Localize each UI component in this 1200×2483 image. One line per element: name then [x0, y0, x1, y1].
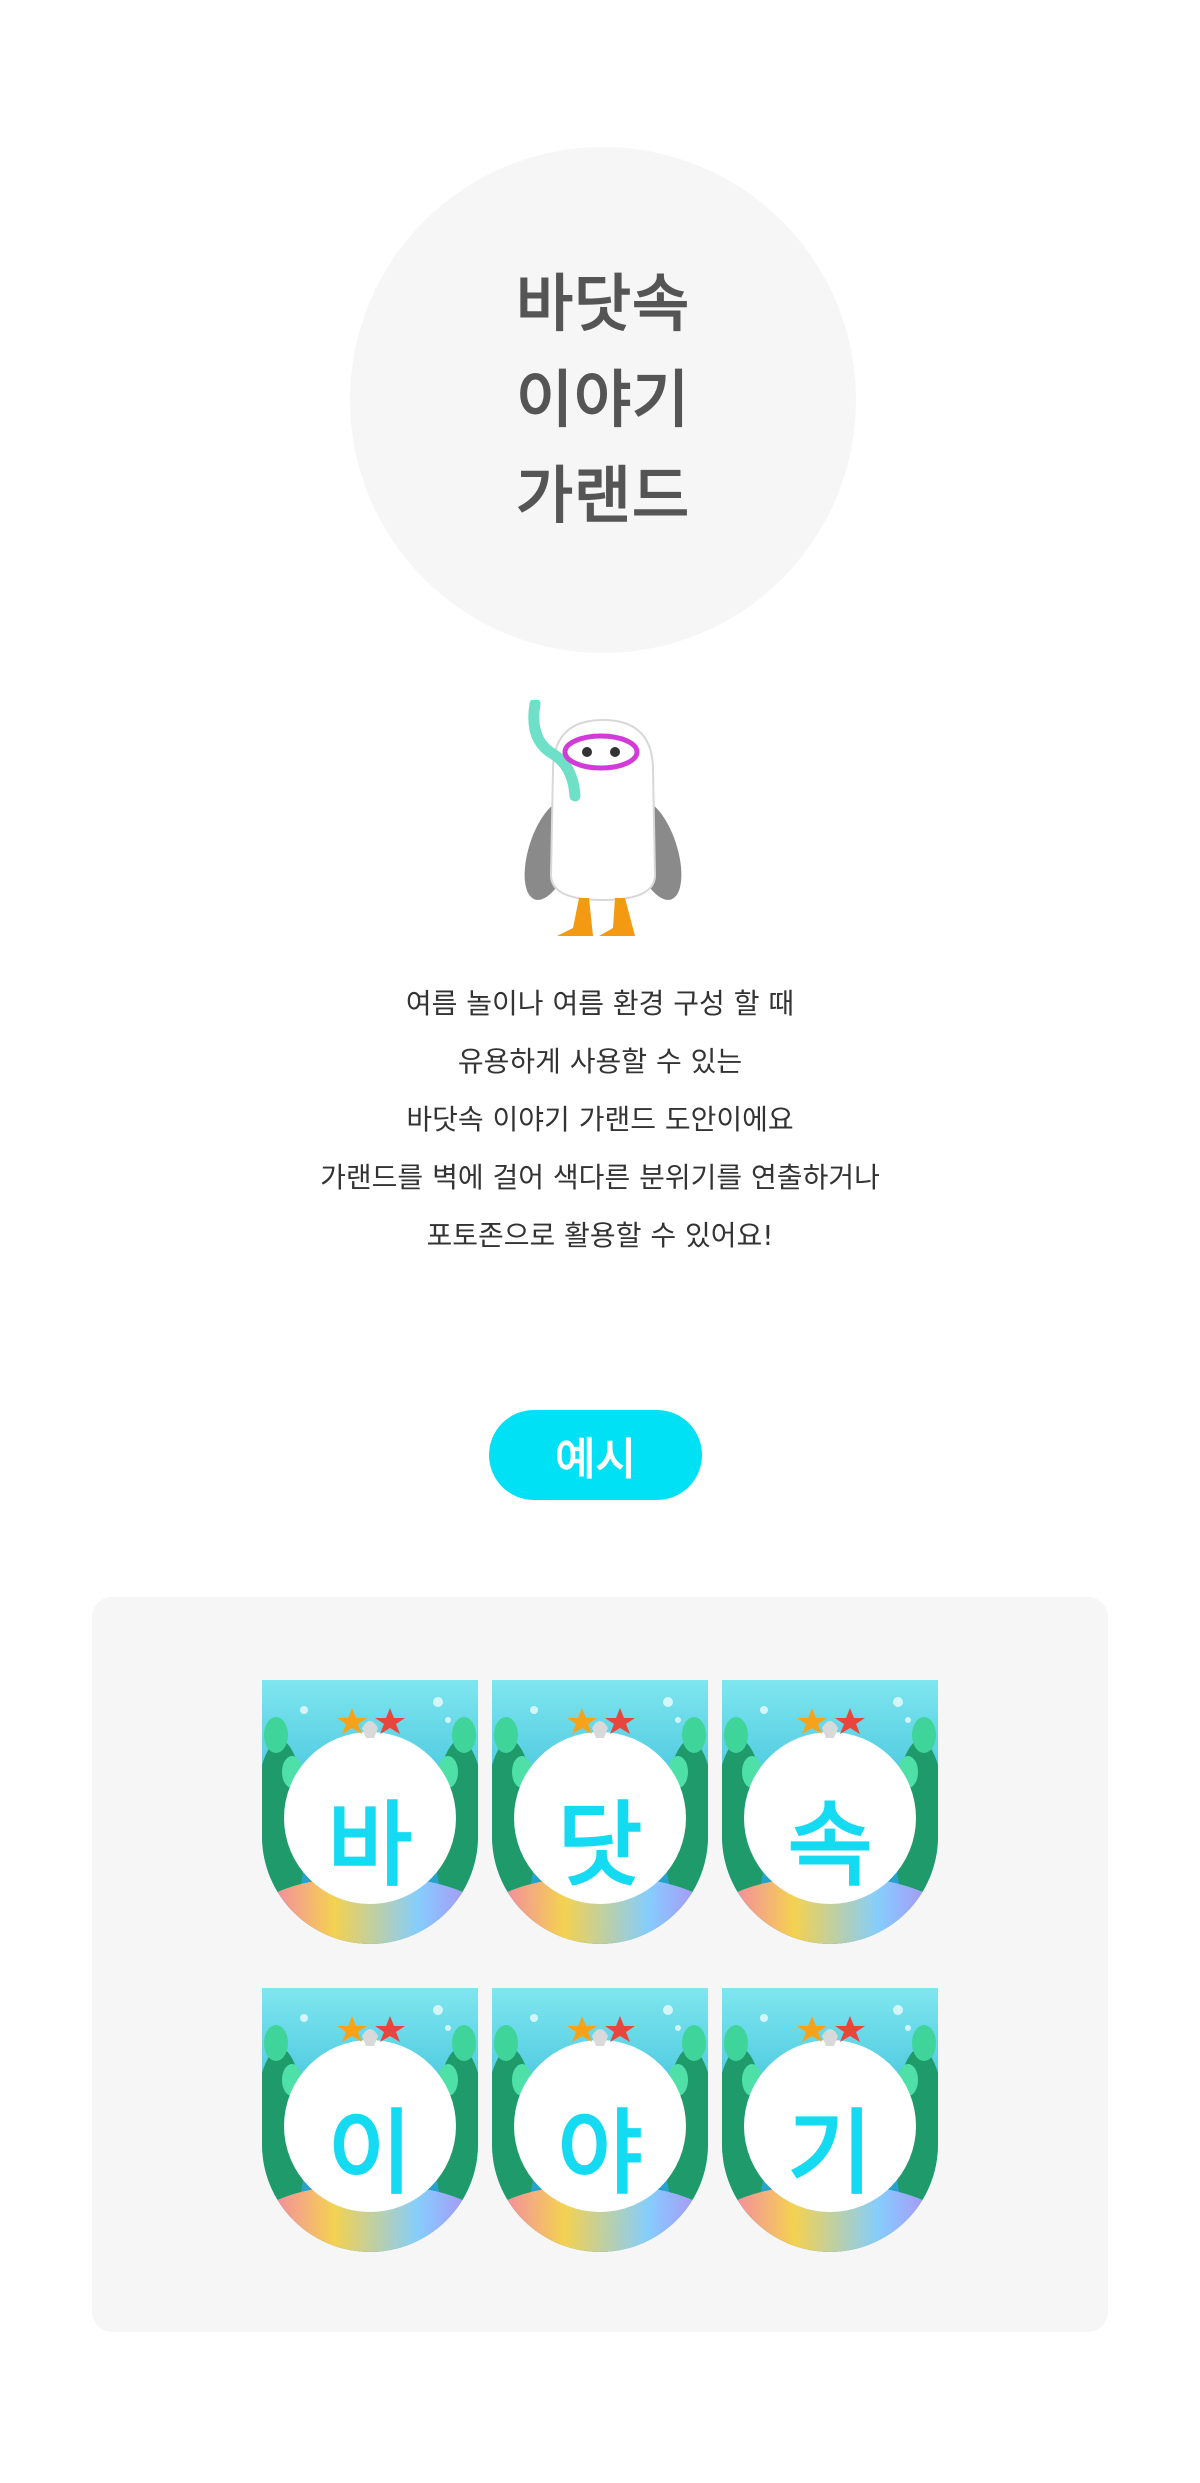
description-line-5: 포토존으로 활용할 수 있어요! [426, 1219, 774, 1252]
garland-flag: 기 [722, 1988, 938, 2252]
garland-flag: 속 [722, 1680, 938, 1944]
description-line-2: 유용하게 사용할 수 있는 [457, 1045, 743, 1078]
flag-letter: 이 [327, 2099, 413, 2207]
flag-letter: 바 [327, 1791, 413, 1899]
garland-flag: 닷 [492, 1680, 708, 1944]
seagull-snorkel-mascot [513, 698, 693, 950]
description-line-1: 여름 놀이나 여름 환경 구성 할 때 [405, 987, 795, 1020]
hero-title-line-3: 가랜드 [515, 459, 691, 532]
flag-letter: 야 [557, 2099, 643, 2207]
garland-flag: 바 [262, 1680, 478, 1944]
hero-title-line-1: 바닷속 [515, 267, 691, 340]
description-line-4: 가랜드를 벽에 걸어 색다른 분위기를 연출하거나 [320, 1161, 880, 1194]
garland-flag: 이 [262, 1988, 478, 2252]
description-line-3: 바닷속 이야기 가랜드 도안이에요 [406, 1103, 794, 1136]
description: 여름 놀이나 여름 환경 구성 할 때 유용하게 사용할 수 있는 바닷속 이야… [0, 975, 1200, 1265]
example-badge: 예시 [489, 1410, 702, 1500]
hero-title-line-2: 이야기 [515, 363, 691, 436]
flag-letter: 속 [787, 1791, 873, 1899]
hero-title-circle: 바닷속 이야기 가랜드 [350, 147, 856, 653]
flag-letter: 기 [787, 2099, 873, 2207]
flag-letter: 닷 [557, 1791, 643, 1899]
garland-flag: 야 [492, 1988, 708, 2252]
